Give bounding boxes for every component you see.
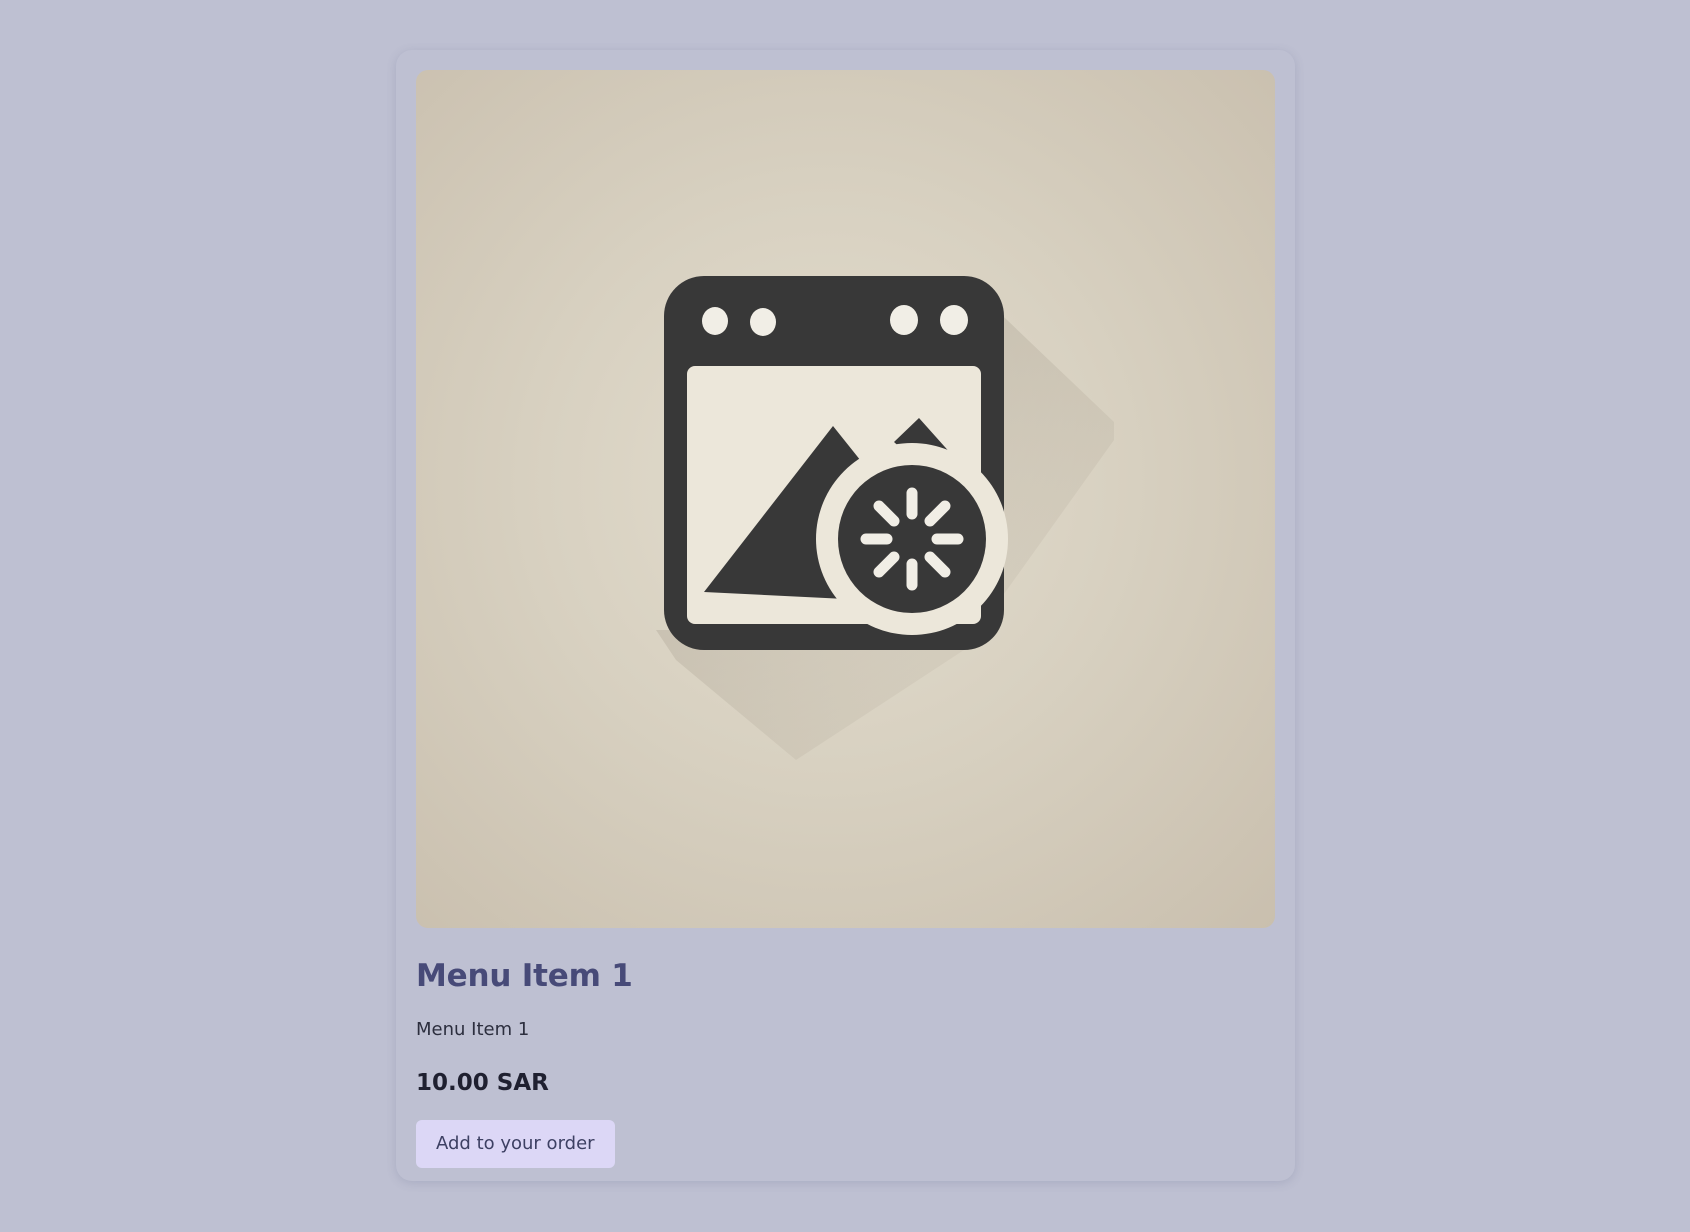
menu-item-description: Menu Item 1	[416, 1019, 530, 1040]
menu-item-title: Menu Item 1	[416, 958, 633, 994]
image-loading-placeholder-icon	[656, 276, 1114, 760]
menu-item-image	[416, 70, 1275, 928]
add-to-order-button[interactable]: Add to your order	[416, 1120, 615, 1168]
menu-item-price: 10.00 SAR	[416, 1070, 549, 1096]
menu-item-card: Menu Item 1 Menu Item 1 10.00 SAR Add to…	[396, 50, 1295, 1181]
